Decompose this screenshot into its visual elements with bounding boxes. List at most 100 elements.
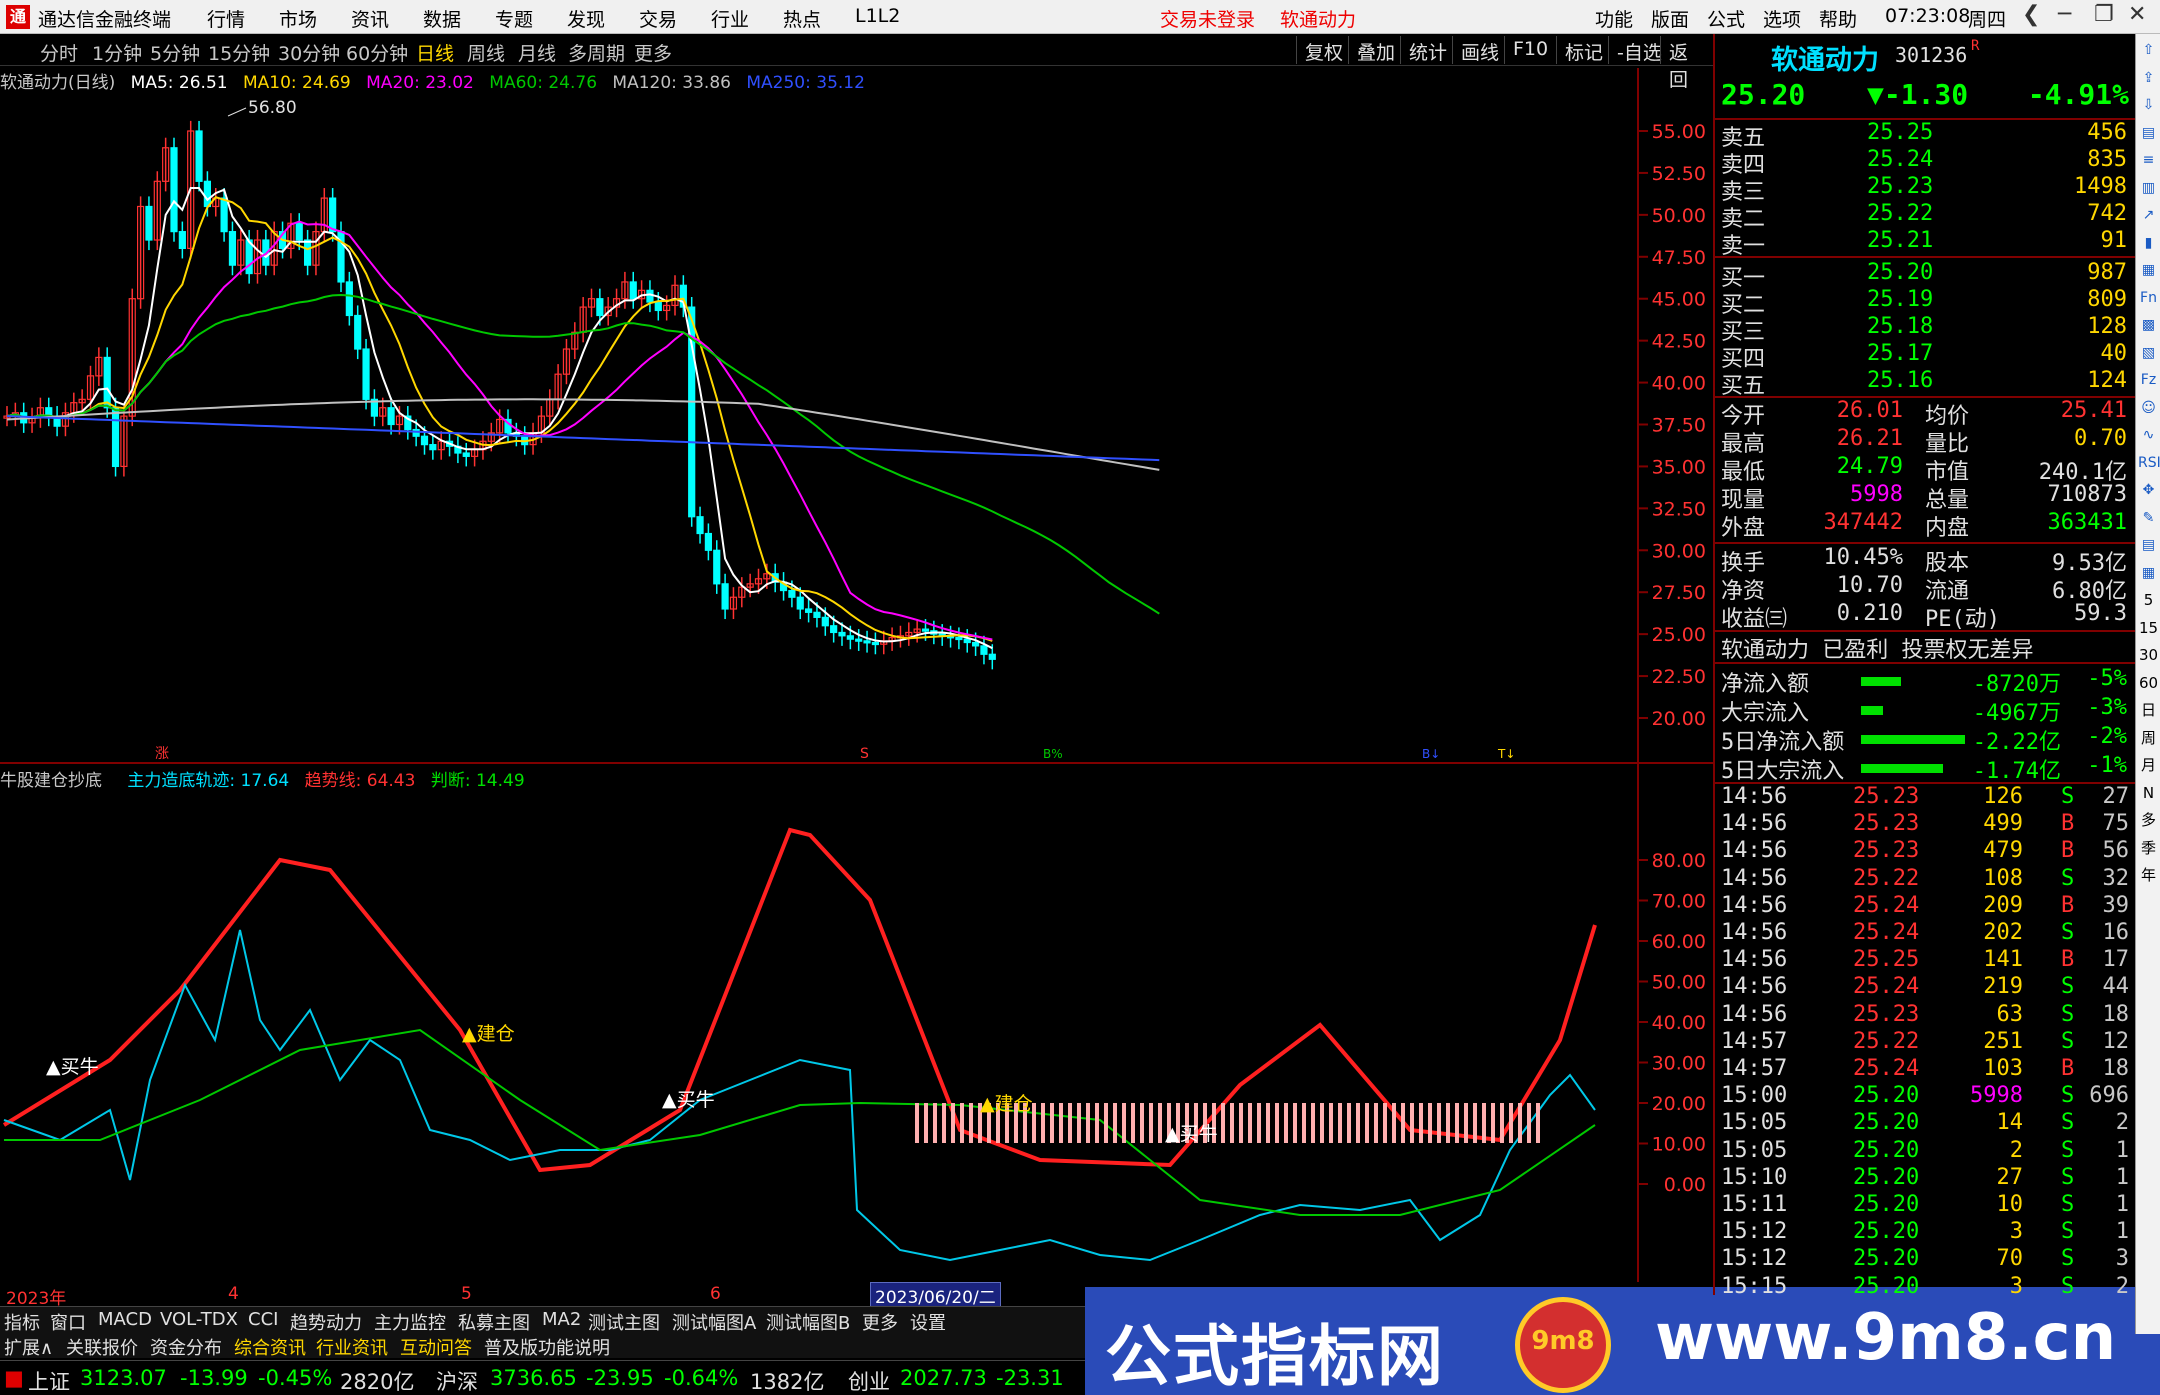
ask-level-2: 卖二 25.22 742 bbox=[1721, 201, 2127, 232]
side-tool-1-icon[interactable]: ⇪ bbox=[2138, 68, 2159, 89]
sub-axis-label: 20.00 bbox=[1652, 1093, 1706, 1115]
side-tool-10-icon[interactable]: ▩ bbox=[2138, 315, 2159, 336]
status-indicator-icon: ■ bbox=[4, 1366, 24, 1390]
side-tool-4-icon[interactable]: ≡ bbox=[2138, 150, 2159, 171]
price-axis-label: 52.50 bbox=[1652, 163, 1706, 185]
cy-index-name[interactable]: 创业 bbox=[848, 1366, 890, 1395]
bottomtabs2-tab-3[interactable]: 综合资讯 bbox=[234, 1334, 306, 1360]
menu-bangzhu[interactable]: 帮助 bbox=[1819, 5, 1857, 32]
candle-body bbox=[103, 356, 111, 409]
side-tool-2-icon[interactable]: ⇩ bbox=[2138, 95, 2159, 116]
sh-index-name[interactable]: 上证 bbox=[28, 1366, 70, 1395]
side-tool-5-icon[interactable]: ▥ bbox=[2138, 178, 2159, 199]
side-tool-0-icon[interactable]: ⇧ bbox=[2138, 40, 2159, 61]
side-tool-14-icon[interactable]: ∿ bbox=[2138, 425, 2159, 446]
candle-body bbox=[646, 289, 654, 303]
indicator-tabs: 指标 窗口 MACD VOL-TDX CCI 趋势动力 主力监控 私募主图 MA2 测试主图 测试幅… bbox=[0, 1306, 1085, 1334]
stock-name: 软通动力 bbox=[1771, 45, 1879, 76]
back-icon[interactable]: ❮ bbox=[2022, 2, 2040, 27]
bottomtabs2-tab-6[interactable]: 普及版功能说明 bbox=[484, 1334, 610, 1360]
bottomtabs2-tab-0[interactable]: 扩展∧ bbox=[4, 1334, 53, 1360]
side-tool-29-icon[interactable]: 季 bbox=[2138, 838, 2159, 859]
side-tool-22-icon[interactable]: 30 bbox=[2138, 645, 2159, 666]
signal-bar bbox=[1239, 1103, 1243, 1143]
b-marker: B↓ bbox=[1422, 747, 1440, 761]
price-axis-label: 45.00 bbox=[1652, 289, 1706, 311]
side-tool-23-icon[interactable]: 60 bbox=[2138, 673, 2159, 694]
side-tool-15-icon[interactable]: RSI bbox=[2138, 453, 2160, 474]
candle-body bbox=[420, 435, 429, 446]
signal-bar bbox=[1410, 1103, 1414, 1143]
separator bbox=[1715, 256, 2135, 258]
menu-xuanxiang[interactable]: 选项 bbox=[1763, 5, 1801, 32]
bottomtabs2-tab-1[interactable]: 关联报价 bbox=[66, 1334, 138, 1360]
side-tool-18-icon[interactable]: ▤ bbox=[2138, 535, 2159, 556]
legend-ma20: MA20: 23.02 bbox=[366, 73, 474, 93]
bottomtabs2-tab-4[interactable]: 行业资讯 bbox=[316, 1334, 388, 1360]
minimize-icon[interactable]: ─ bbox=[2058, 2, 2071, 27]
signal-bar bbox=[1095, 1103, 1099, 1143]
tick-row: 15:00 25.20 5998 S 696 bbox=[1721, 1083, 2129, 1109]
bottom-track-line bbox=[3, 929, 1596, 1262]
sub-chart-title[interactable]: 牛股建仓抄底 bbox=[0, 766, 102, 791]
last-price: 25.20 bbox=[1721, 78, 1806, 111]
bid-level-2: 买二 25.19 809 bbox=[1721, 287, 2127, 318]
side-tool-27-icon[interactable]: N bbox=[2138, 783, 2159, 804]
candle-body bbox=[195, 130, 203, 182]
hs-index-name[interactable]: 沪深 bbox=[436, 1366, 478, 1395]
tick-row: 14:56 25.23 126 S 27 bbox=[1721, 784, 2129, 809]
signal-bar bbox=[1392, 1103, 1396, 1143]
side-tool-30-icon[interactable]: 年 bbox=[2138, 865, 2159, 886]
sub-chart-legend: 牛股建仓抄底 主力造底轨迹: 17.64 趋势线: 64.43 判断: 14.4… bbox=[0, 766, 535, 792]
side-tool-19-icon[interactable]: ▦ bbox=[2138, 563, 2159, 584]
signal-bar bbox=[1347, 1103, 1351, 1143]
side-tool-25-icon[interactable]: 周 bbox=[2138, 728, 2159, 749]
maximize-icon[interactable]: ❐ bbox=[2094, 2, 2114, 27]
side-tool-20-icon[interactable]: 5 bbox=[2138, 590, 2159, 611]
price-change-pct: -4.91% bbox=[2027, 78, 2129, 111]
signal-bar bbox=[1149, 1103, 1153, 1143]
cy-index-value: 2027.73 bbox=[900, 1366, 987, 1390]
signal-bar bbox=[1518, 1103, 1522, 1143]
side-tool-3-icon[interactable]: ▤ bbox=[2138, 123, 2159, 144]
side-tool-9-icon[interactable]: Fn bbox=[2138, 288, 2159, 309]
side-tool-8-icon[interactable]: ▦ bbox=[2138, 260, 2159, 281]
high-price-pointer bbox=[227, 107, 247, 117]
legend-ma120: MA120: 33.86 bbox=[612, 73, 731, 93]
close-icon[interactable]: ✕ bbox=[2128, 2, 2146, 27]
bottomtabs2-tab-2[interactable]: 资金分布 bbox=[150, 1334, 222, 1360]
bottomtabs-tab-2[interactable]: MACD bbox=[98, 1309, 152, 1330]
bottomtabs-tab-4[interactable]: CCI bbox=[248, 1309, 278, 1330]
money-flow-bar bbox=[1861, 735, 1965, 744]
signal-bar bbox=[969, 1103, 973, 1143]
legend-ma10: MA10: 24.69 bbox=[243, 73, 351, 93]
side-tool-16-icon[interactable]: ✥ bbox=[2138, 480, 2159, 501]
side-tool-6-icon[interactable]: ↗ bbox=[2138, 205, 2159, 226]
banner-url: www.9m8.cn bbox=[1655, 1301, 2117, 1375]
fundamental-row-1: 净资 10.70 流通 6.80亿 bbox=[1721, 573, 2127, 604]
sub-axis-label: 50.00 bbox=[1652, 972, 1706, 994]
candle-body bbox=[963, 638, 971, 644]
chart-area[interactable]: 55.0052.5050.0047.5045.0042.5040.0037.50… bbox=[0, 0, 1713, 1306]
tick-row: 14:56 25.22 108 S 32 bbox=[1721, 865, 2129, 891]
side-tool-17-icon[interactable]: ✎ bbox=[2138, 508, 2159, 529]
side-tool-24-icon[interactable]: 日 bbox=[2138, 700, 2159, 721]
watermark-banner: 公式指标网 9m8 www.9m8.cn bbox=[1085, 1287, 2160, 1395]
signal-bar bbox=[1059, 1103, 1063, 1143]
ask-level-1: 卖一 25.21 91 bbox=[1721, 228, 2127, 259]
side-tool-28-icon[interactable]: 多 bbox=[2138, 810, 2159, 831]
bottomtabs-tab-3[interactable]: VOL-TDX bbox=[160, 1309, 238, 1330]
side-tool-21-icon[interactable]: 15 bbox=[2138, 618, 2159, 639]
signal-buy-3: ▲买牛 bbox=[1165, 1123, 1218, 1145]
signal-bar bbox=[933, 1103, 937, 1143]
side-tool-26-icon[interactable]: 月 bbox=[2138, 755, 2159, 776]
side-tool-7-icon[interactable]: ▮ bbox=[2138, 233, 2159, 254]
side-tool-12-icon[interactable]: Fz bbox=[2138, 370, 2159, 391]
side-tool-13-icon[interactable]: ☺ bbox=[2138, 398, 2159, 419]
price-axis-label: 40.00 bbox=[1652, 373, 1706, 395]
side-tool-11-icon[interactable]: ▧ bbox=[2138, 343, 2159, 364]
bottomtabs2-tab-5[interactable]: 互动问答 bbox=[400, 1334, 472, 1360]
sub-axis-label: 70.00 bbox=[1652, 891, 1706, 913]
bottomtabs-tab-8[interactable]: MA2 bbox=[542, 1309, 581, 1330]
banner-logo-icon: 9m8 bbox=[1515, 1297, 1611, 1393]
